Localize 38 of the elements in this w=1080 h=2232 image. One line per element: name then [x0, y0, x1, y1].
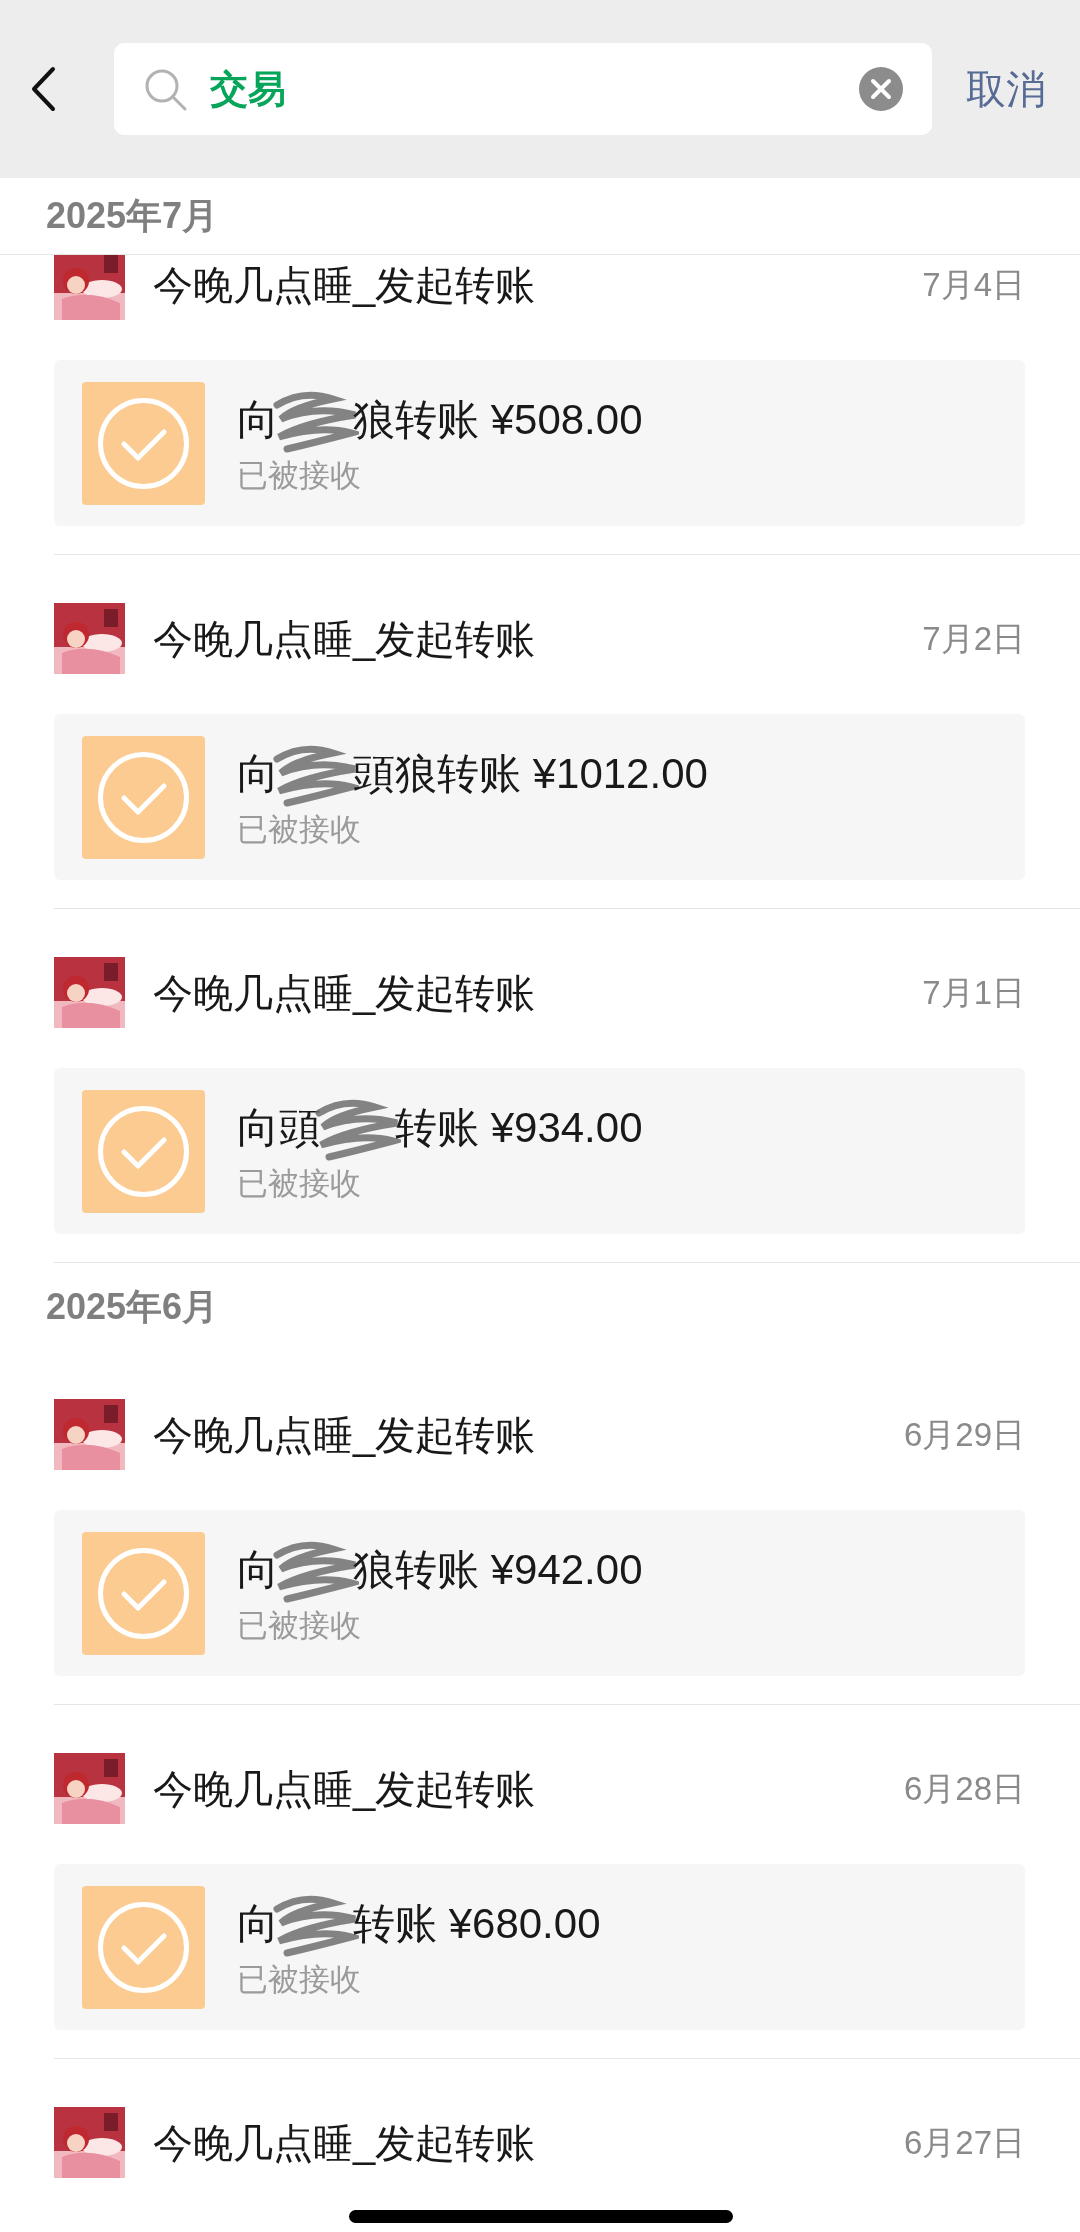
transfer-text: 向頭 [237, 1103, 321, 1154]
status-text: 已被接收 [237, 1606, 362, 1645]
date-text: 7月2日 [922, 618, 1025, 659]
transfer-card[interactable]: 向 狼转账 ¥508.00 已被接收 [54, 360, 1025, 526]
date-text: 6月29日 [903, 1414, 1025, 1455]
section-title: 2025年7月 [46, 194, 219, 238]
sender-title: 今晚几点睡_发起转账 [153, 1411, 537, 1459]
status-text: 已被接收 [237, 1960, 362, 1999]
transfer-card[interactable]: 向 转账 ¥680.00 已被接收 [54, 1864, 1025, 2030]
transfer-card[interactable]: 向頭 转账 ¥934.00 已被接收 [54, 1068, 1025, 1234]
transfer-card[interactable]: 向 狼转账 ¥942.00 已被接收 [54, 1510, 1025, 1676]
status-text: 已被接收 [237, 1164, 362, 1203]
transfer-card[interactable]: 向 頭狼转账 ¥1012.00 已被接收 [54, 714, 1025, 880]
section-title: 2025年6月 [46, 1285, 219, 1329]
transfer-amount: 转账 ¥934.00 [395, 1103, 643, 1154]
status-text: 已被接收 [237, 456, 362, 495]
transfer-amount: 狼转账 ¥508.00 [353, 395, 643, 446]
search-text: 交易 [210, 66, 287, 112]
sender-title: 今晚几点睡_发起转账 [153, 1765, 537, 1813]
transfer-text: 向 [237, 395, 279, 446]
sender-title: 今晚几点睡_发起转账 [153, 969, 537, 1017]
transfer-text: 向 [237, 1545, 279, 1596]
date-text: 7月1日 [922, 972, 1025, 1013]
sender-title: 今晚几点睡_发起转账 [153, 615, 537, 663]
sender-title: 今晚几点睡_发起转账 [153, 261, 537, 309]
transfer-amount: 頭狼转账 ¥1012.00 [353, 749, 708, 800]
back-icon[interactable] [30, 66, 56, 112]
transfer-text: 向 [237, 1899, 279, 1950]
date-text: 6月28日 [903, 1768, 1025, 1809]
transfer-text: 向 [237, 749, 279, 800]
sender-title: 今晚几点睡_发起转账 [153, 2119, 537, 2167]
clear-icon[interactable] [858, 66, 904, 112]
status-text: 已被接收 [237, 810, 362, 849]
transfer-amount: 狼转账 ¥942.00 [353, 1545, 643, 1596]
cancel-button[interactable]: 取消 [966, 59, 1046, 119]
transfer-amount: 转账 ¥680.00 [353, 1899, 601, 1950]
date-text: 7月4日 [922, 264, 1025, 305]
date-text: 6月27日 [903, 2122, 1025, 2163]
